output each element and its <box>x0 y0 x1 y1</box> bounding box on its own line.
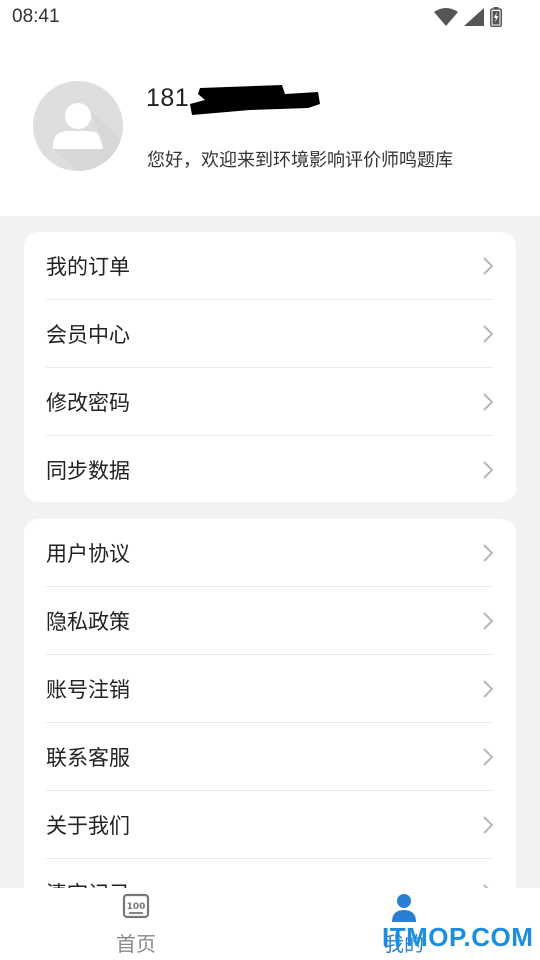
menu-item-contact-support[interactable]: 联系客服 <box>24 723 516 791</box>
default-avatar-icon <box>53 103 123 171</box>
cell-signal-icon <box>464 8 484 26</box>
avatar[interactable] <box>33 81 123 171</box>
svg-text:100: 100 <box>127 902 146 912</box>
chevron-right-icon <box>483 544 494 562</box>
menu-item-label: 修改密码 <box>46 391 130 415</box>
menu-item-member-center[interactable]: 会员中心 <box>24 300 516 368</box>
menu-item-label: 账号注销 <box>46 678 130 702</box>
menu-item-label: 我的订单 <box>46 255 130 279</box>
menu-item-change-password[interactable]: 修改密码 <box>24 368 516 436</box>
tab-home[interactable]: 100 首页 <box>66 888 206 960</box>
menu-item-sync-data[interactable]: 同步数据 <box>24 436 516 502</box>
status-time: 08:41 <box>12 6 60 27</box>
menu-item-label: 联系客服 <box>46 746 130 770</box>
menu-card-info: 用户协议 隐私政策 账号注销 联系客服 关于我们 清空记录 <box>24 519 516 919</box>
battery-charging-icon <box>490 7 502 27</box>
home-score-icon: 100 <box>122 893 150 919</box>
status-bar: 08:41 <box>0 0 540 34</box>
wifi-icon <box>434 8 458 26</box>
greeting-text: 您好，欢迎来到环境影响评价师鸣题库 <box>147 150 453 171</box>
status-icons <box>434 7 502 27</box>
chevron-right-icon <box>483 612 494 630</box>
menu-item-user-agreement[interactable]: 用户协议 <box>24 519 516 587</box>
menu-item-delete-account[interactable]: 账号注销 <box>24 655 516 723</box>
username: 181 <box>146 84 190 112</box>
menu-item-label: 隐私政策 <box>46 610 130 634</box>
menu-item-label: 用户协议 <box>46 542 130 566</box>
menu-item-label: 会员中心 <box>46 323 130 347</box>
menu-item-about-us[interactable]: 关于我们 <box>24 791 516 859</box>
redaction-mark <box>190 85 320 115</box>
chevron-right-icon <box>483 461 494 479</box>
menu-item-privacy-policy[interactable]: 隐私政策 <box>24 587 516 655</box>
chevron-right-icon <box>483 748 494 766</box>
chevron-right-icon <box>483 393 494 411</box>
menu-item-label: 关于我们 <box>46 814 130 838</box>
watermark-logo: ITMOP.COM <box>382 922 534 952</box>
menu-item-my-orders[interactable]: 我的订单 <box>24 232 516 300</box>
menu-card-account: 我的订单 会员中心 修改密码 同步数据 <box>24 232 516 502</box>
user-icon <box>392 894 416 922</box>
chevron-right-icon <box>483 816 494 834</box>
menu-item-label: 同步数据 <box>46 459 130 483</box>
chevron-right-icon <box>483 257 494 275</box>
tab-home-label: 首页 <box>116 932 156 956</box>
chevron-right-icon <box>483 325 494 343</box>
profile-header: 181 您好，欢迎来到环境影响评价师鸣题库 <box>0 34 540 216</box>
chevron-right-icon <box>483 680 494 698</box>
